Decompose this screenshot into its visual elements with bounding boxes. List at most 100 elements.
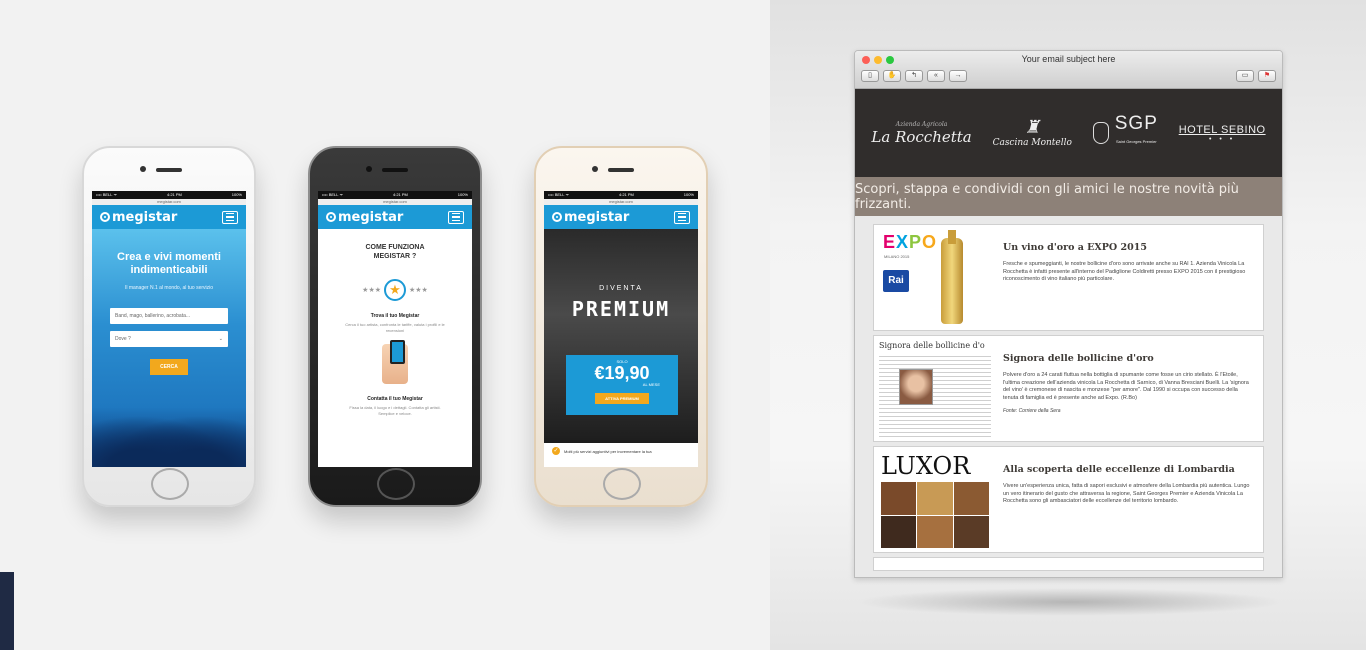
window-shadow (855, 588, 1285, 616)
side-accent-bar (0, 572, 14, 650)
status-bar: •••• BELL ᯤ 4:21 PM 100% (544, 191, 698, 199)
expo-sub: MILANO 2015 (884, 254, 910, 259)
junk-icon[interactable]: ✋ (883, 70, 901, 82)
article-card-partial (873, 557, 1264, 571)
article-card[interactable]: EXPO MILANO 2015 Rai Un vino d'oro a EXP… (873, 224, 1264, 331)
logo-mark-icon (100, 212, 110, 222)
star-icon: ★★★ (362, 287, 381, 294)
star-search-icon: ★ (384, 279, 406, 301)
price-box: SOLO €19,90 AL MESE ATTIVA PREMIUM (566, 355, 678, 415)
article-title[interactable]: Un vino d'oro a EXPO 2015 (1003, 242, 1252, 253)
article-card[interactable]: Signora delle bollicine d'o Signora dell… (873, 335, 1264, 442)
how-title: COME FUNZIONA MEGISTAR ? (365, 244, 425, 260)
phone-gold: •••• BELL ᯤ 4:21 PM 100% megistar.com me… (534, 146, 708, 507)
home-button[interactable] (151, 468, 189, 500)
status-time: 4:21 PM (166, 192, 182, 197)
hamburger-menu-icon[interactable] (674, 210, 690, 224)
where-placeholder: Dove ? (115, 336, 131, 342)
logo-text: megistar (564, 209, 630, 225)
step2-text: Fissa la data, il luogo e i dettagli. Co… (349, 405, 441, 416)
logo-mark-icon (326, 212, 336, 222)
window-titlebar: Your email subject here ▯ ✋ ↰ « → ▭ ⚑ (855, 51, 1282, 89)
article-title[interactable]: Alla scoperta delle eccellenze di Lombar… (1003, 464, 1252, 475)
brand-la-rocchetta[interactable]: Azienda Agricola La Rocchetta (871, 121, 971, 146)
article-body: Polvere d'oro a 24 carati fluttua nella … (1003, 372, 1249, 401)
brand-sgp[interactable]: SGP Saint Georges Premier (1092, 113, 1158, 151)
phone-white: •••• BELL ᯤ 4:21 PM 100% megistar.com me… (82, 146, 256, 507)
hero-headline: Crea e vivi momenti indimenticabili (117, 251, 221, 276)
earpiece (156, 168, 182, 172)
price-value: €19,90 (594, 363, 650, 383)
status-bar: •••• BELL ᯤ 4:21 PM 100% (318, 191, 472, 199)
status-carrier: •••• BELL ᯤ (548, 192, 570, 197)
bottle-image (941, 230, 963, 324)
status-battery: 100% (457, 192, 468, 197)
article-image: EXPO MILANO 2015 Rai (879, 230, 991, 326)
rating-stars: ★★★ ★ ★★★ (318, 279, 472, 301)
brand-hotel-sebino[interactable]: HOTEL SEBINO • • • (1179, 124, 1266, 143)
phone-screen: •••• BELL ᯤ 4:21 PM 100% megistar.com me… (92, 191, 246, 467)
brand-name: HOTEL SEBINO (1178, 123, 1266, 136)
article-source: Fonte: Corriere della Sera (1003, 408, 1061, 414)
step1-title: Trova il tuo Megistar (370, 313, 420, 319)
newsletter-body: EXPO MILANO 2015 Rai Un vino d'oro a EXP… (855, 216, 1282, 577)
logo-mark-icon (552, 212, 562, 222)
phones-showcase: •••• BELL ᯤ 4:21 PM 100% megistar.com me… (0, 0, 770, 650)
activate-premium-button[interactable]: ATTIVA PREMIUM (595, 393, 649, 404)
megistar-logo[interactable]: megistar (100, 210, 177, 225)
photo-grid (881, 482, 989, 548)
flag-icon[interactable]: ⚑ (1258, 70, 1276, 82)
feature-text: Molti più servizi aggiuntivi per increme… (564, 448, 652, 454)
trash-icon[interactable]: ▯ (861, 70, 879, 82)
logo-text: megistar (112, 209, 178, 225)
brand-name: SGP (1114, 113, 1158, 134)
search-button[interactable]: CERCA (150, 359, 188, 375)
megistar-logo[interactable]: megistar (326, 210, 403, 225)
earpiece (382, 168, 408, 172)
article-body: Vivere un'esperienza unica, fatta di sap… (1003, 483, 1250, 504)
article-card[interactable]: LUXOR Alla scoperta delle eccellenze di … (873, 446, 1264, 553)
status-carrier: •••• BELL ᯤ (322, 192, 344, 197)
status-carrier: •••• BELL ᯤ (96, 192, 118, 197)
newsletter-tagline: Scopri, stappa e condividi con gli amici… (855, 177, 1282, 216)
home-button[interactable] (603, 468, 641, 500)
status-battery: 100% (683, 192, 694, 197)
crest-icon (1092, 122, 1109, 144)
print-icon[interactable]: ▭ (1236, 70, 1254, 82)
chevron-down-icon: ⌄ (218, 336, 223, 342)
brand-small: • • • (1209, 135, 1236, 143)
clip-headline: Signora delle bollicine d'o (879, 341, 991, 355)
megistar-logo[interactable]: megistar (552, 210, 629, 225)
search-input[interactable]: Band, mago, ballerino, acrobata... (110, 308, 228, 324)
premium-label: PREMIUM (571, 297, 671, 321)
brand-name: Cascina Montello (992, 138, 1072, 148)
earpiece (608, 168, 634, 172)
article-text: Alla scoperta delle eccellenze di Lombar… (991, 452, 1258, 547)
feature-item: ✓ Molti più servizi aggiuntivi per incre… (544, 443, 698, 459)
brand-small: Saint Georges Premier (1115, 139, 1157, 144)
forward-icon[interactable]: → (949, 70, 967, 82)
star-icon: ★★★ (409, 287, 428, 294)
premium-hero: DIVENTA PREMIUM SOLO €19,90 AL MESE ATTI… (544, 229, 698, 443)
phone-screen: •••• BELL ᯤ 4:21 PM 100% megistar.com me… (544, 191, 698, 467)
check-icon: ✓ (552, 447, 560, 455)
step2-title: Contatta il tuo Megistar (367, 396, 423, 402)
brand-cascina[interactable]: ♜ Cascina Montello (992, 118, 1072, 149)
reply-icon[interactable]: ↰ (905, 70, 923, 82)
camera-icon (366, 166, 372, 172)
reply-all-icon[interactable]: « (927, 70, 945, 82)
hamburger-menu-icon[interactable] (222, 210, 238, 224)
brand-name: La Rocchetta (871, 127, 972, 146)
home-button[interactable] (377, 468, 415, 500)
hero-subline: Il manager N.1 al mondo, al tuo servizio (124, 285, 214, 291)
how-it-works: COME FUNZIONA MEGISTAR ? ★★★ ★ ★★★ Trova… (318, 229, 472, 417)
article-title[interactable]: Signora delle bollicine d'oro (1003, 353, 1252, 364)
brand-small: Azienda Agricola (895, 120, 948, 128)
rai-logo: Rai (883, 270, 909, 292)
mail-toolbar: ▯ ✋ ↰ « → (861, 70, 967, 82)
hamburger-menu-icon[interactable] (448, 210, 464, 224)
app-header: megistar (92, 205, 246, 229)
status-bar: •••• BELL ᯤ 4:21 PM 100% (92, 191, 246, 199)
where-select[interactable]: Dove ? ⌄ (110, 331, 228, 347)
logo-text: megistar (338, 209, 404, 225)
